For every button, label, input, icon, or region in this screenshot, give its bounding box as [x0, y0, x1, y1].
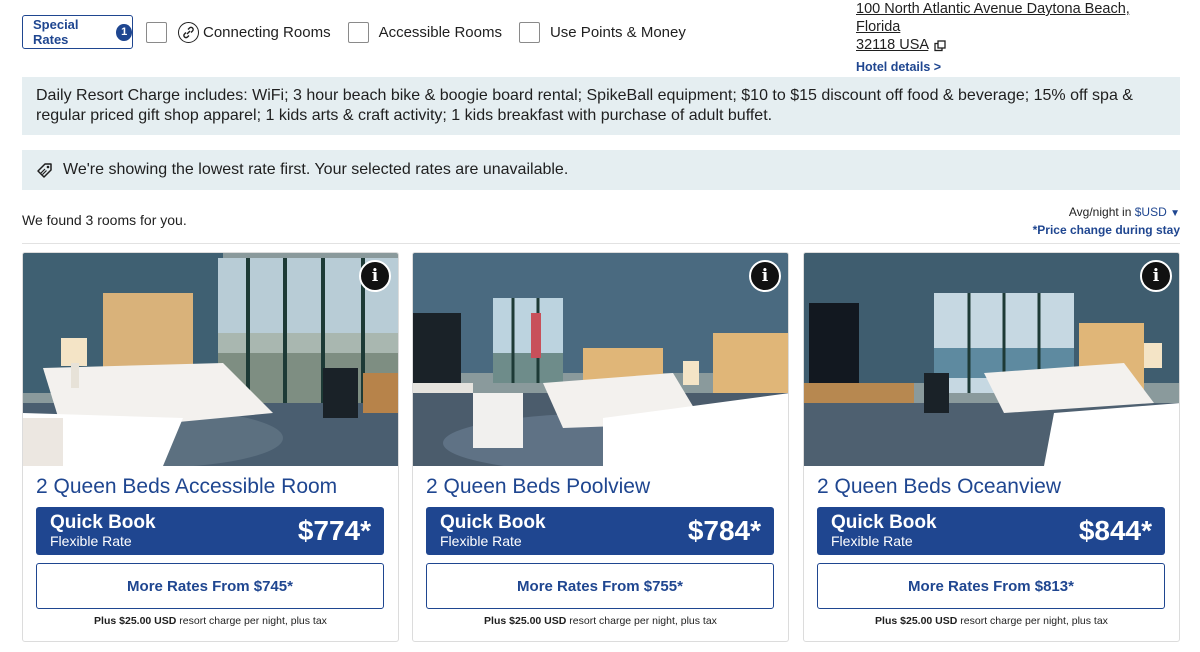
room-title[interactable]: 2 Queen Beds Poolview [426, 475, 650, 499]
rate-name: Flexible Rate [440, 533, 522, 549]
room-title[interactable]: 2 Queen Beds Oceanview [817, 475, 1061, 499]
room-price: $784* [687, 515, 761, 546]
connecting-rooms-label[interactable]: Connecting Rooms [203, 24, 331, 41]
rate-name: Flexible Rate [50, 533, 132, 549]
resort-charge-note: Plus $25.00 USD resort charge per night,… [413, 615, 788, 627]
special-rates-count-badge: 1 [116, 23, 132, 41]
quick-book-button[interactable]: Quick Book Flexible Rate $784* [426, 507, 774, 555]
hotel-details-link[interactable]: Hotel details > [856, 58, 1176, 76]
resort-charge-note: Plus $25.00 USD resort charge per night,… [804, 615, 1179, 627]
quick-book-label: Quick Book [50, 512, 156, 533]
caret-down-icon: ▼ [1170, 208, 1180, 219]
room-title[interactable]: 2 Queen Beds Accessible Room [36, 475, 337, 499]
rate-name: Flexible Rate [831, 533, 913, 549]
more-rates-button[interactable]: More Rates From $745* [36, 563, 384, 609]
lowest-rate-text: We're showing the lowest rate first. You… [63, 161, 569, 178]
charge-text: resort charge per night, plus tax [179, 615, 327, 627]
room-card: i 2 Queen Beds Accessible Room Quick Boo… [22, 252, 399, 642]
avg-night-label: Avg/night in [1068, 205, 1132, 219]
quick-book-button[interactable]: Quick Book Flexible Rate $844* [817, 507, 1165, 555]
charge-text: resort charge per night, plus tax [569, 615, 717, 627]
room-price: $774* [297, 515, 371, 546]
connecting-rooms-checkbox[interactable] [146, 21, 167, 43]
currency-selector[interactable]: $USD ▼ [1135, 205, 1180, 219]
special-rates-button[interactable]: Special Rates 1 [22, 15, 133, 49]
resort-charge-note: Plus $25.00 USD resort charge per night,… [23, 615, 398, 627]
more-rates-button[interactable]: More Rates From $813* [817, 563, 1165, 609]
room-photo[interactable]: i [413, 253, 788, 466]
accessible-rooms-label[interactable]: Accessible Rooms [379, 24, 502, 41]
price-info: Avg/night in $USD ▼ *Price change during… [1033, 204, 1180, 239]
divider [22, 243, 1180, 244]
info-icon[interactable]: i [1140, 260, 1172, 292]
quick-book-label: Quick Book [440, 512, 546, 533]
tag-icon [37, 162, 52, 178]
points-money-label[interactable]: Use Points & Money [550, 24, 686, 41]
charge-text: resort charge per night, plus tax [960, 615, 1108, 627]
currency-value: $USD [1134, 205, 1167, 219]
filter-bar: Special Rates 1 Connecting Rooms Accessi… [22, 15, 686, 49]
quick-book-label: Quick Book [831, 512, 937, 533]
address-line-1[interactable]: 100 North Atlantic Avenue Daytona Beach,… [856, 0, 1176, 36]
room-card: i 2 Queen Beds Oceanview Quick Book Flex… [803, 252, 1180, 642]
charge-amount: Plus $25.00 USD [94, 615, 177, 627]
accessible-rooms-checkbox[interactable] [347, 21, 369, 43]
more-rates-button[interactable]: More Rates From $755* [426, 563, 774, 609]
room-price: $844* [1078, 515, 1152, 546]
price-change-link[interactable]: *Price change during stay [1033, 222, 1180, 239]
resort-charge-text: Daily Resort Charge includes: WiFi; 3 ho… [36, 87, 1133, 124]
info-icon[interactable]: i [359, 260, 391, 292]
quick-book-button[interactable]: Quick Book Flexible Rate $774* [36, 507, 384, 555]
link-icon [178, 21, 199, 43]
special-rates-label: Special Rates [33, 17, 79, 47]
room-photo[interactable]: i [23, 253, 398, 466]
info-icon[interactable]: i [749, 260, 781, 292]
charge-amount: Plus $25.00 USD [875, 615, 958, 627]
resort-charge-banner: Daily Resort Charge includes: WiFi; 3 ho… [22, 77, 1180, 135]
room-photo[interactable]: i [804, 253, 1179, 466]
rooms-found-text: We found 3 rooms for you. [22, 212, 187, 228]
charge-amount: Plus $25.00 USD [484, 615, 567, 627]
external-link-icon[interactable] [934, 39, 946, 52]
points-money-checkbox[interactable] [518, 21, 540, 43]
room-card: i 2 Queen Beds Poolview Quick Book Flexi… [412, 252, 789, 642]
lowest-rate-banner: We're showing the lowest rate first. You… [22, 150, 1180, 190]
address-line-2[interactable]: 32118 USA [856, 37, 928, 53]
hotel-address: 100 North Atlantic Avenue Daytona Beach,… [856, 0, 1176, 76]
